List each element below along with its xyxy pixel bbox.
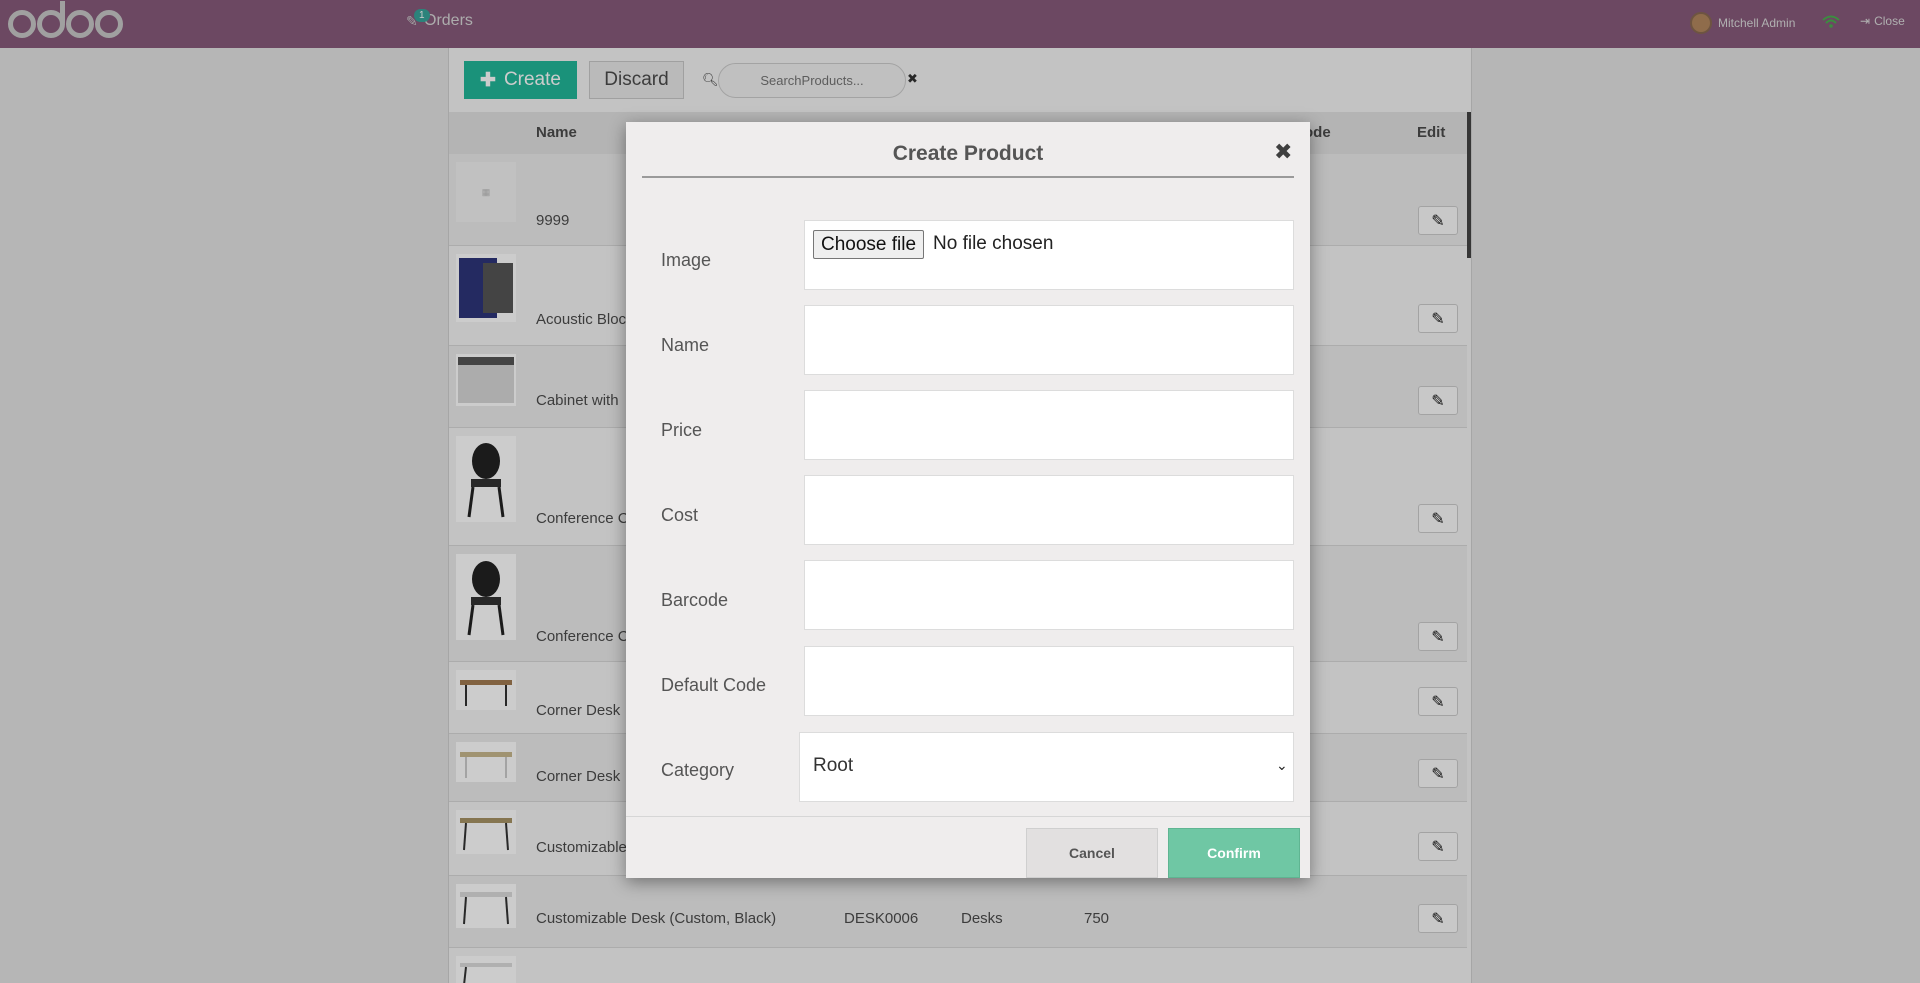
cancel-button[interactable]: Cancel bbox=[1026, 828, 1158, 878]
barcode-field[interactable] bbox=[804, 560, 1294, 630]
cost-field[interactable] bbox=[804, 475, 1294, 545]
default-code-label: Default Code bbox=[661, 675, 767, 695]
dialog-title: Create Product bbox=[892, 142, 1044, 165]
close-dialog-icon[interactable]: ✖ bbox=[1274, 140, 1292, 165]
create-product-dialog: Create Product ✖ Image Choose file No fi… bbox=[626, 122, 1310, 878]
name-field[interactable] bbox=[804, 305, 1294, 375]
category-select[interactable]: Root ⌄ bbox=[799, 732, 1294, 802]
price-label: Price bbox=[661, 420, 703, 440]
category-value: Root bbox=[813, 755, 854, 776]
file-status: No file chosen bbox=[933, 233, 1054, 254]
divider bbox=[642, 176, 1294, 178]
choose-file-button[interactable]: Choose file bbox=[813, 230, 925, 259]
category-label: Category bbox=[661, 760, 735, 780]
confirm-button[interactable]: Confirm bbox=[1168, 828, 1300, 878]
price-field[interactable] bbox=[804, 390, 1294, 460]
name-label: Name bbox=[661, 335, 710, 355]
image-field: Choose file No file chosen bbox=[804, 220, 1294, 290]
barcode-label: Barcode bbox=[661, 590, 729, 610]
image-label: Image bbox=[661, 250, 712, 270]
default-code-field[interactable] bbox=[804, 646, 1294, 716]
cost-label: Cost bbox=[661, 505, 699, 525]
chevron-down-icon: ⌄ bbox=[1276, 757, 1288, 773]
